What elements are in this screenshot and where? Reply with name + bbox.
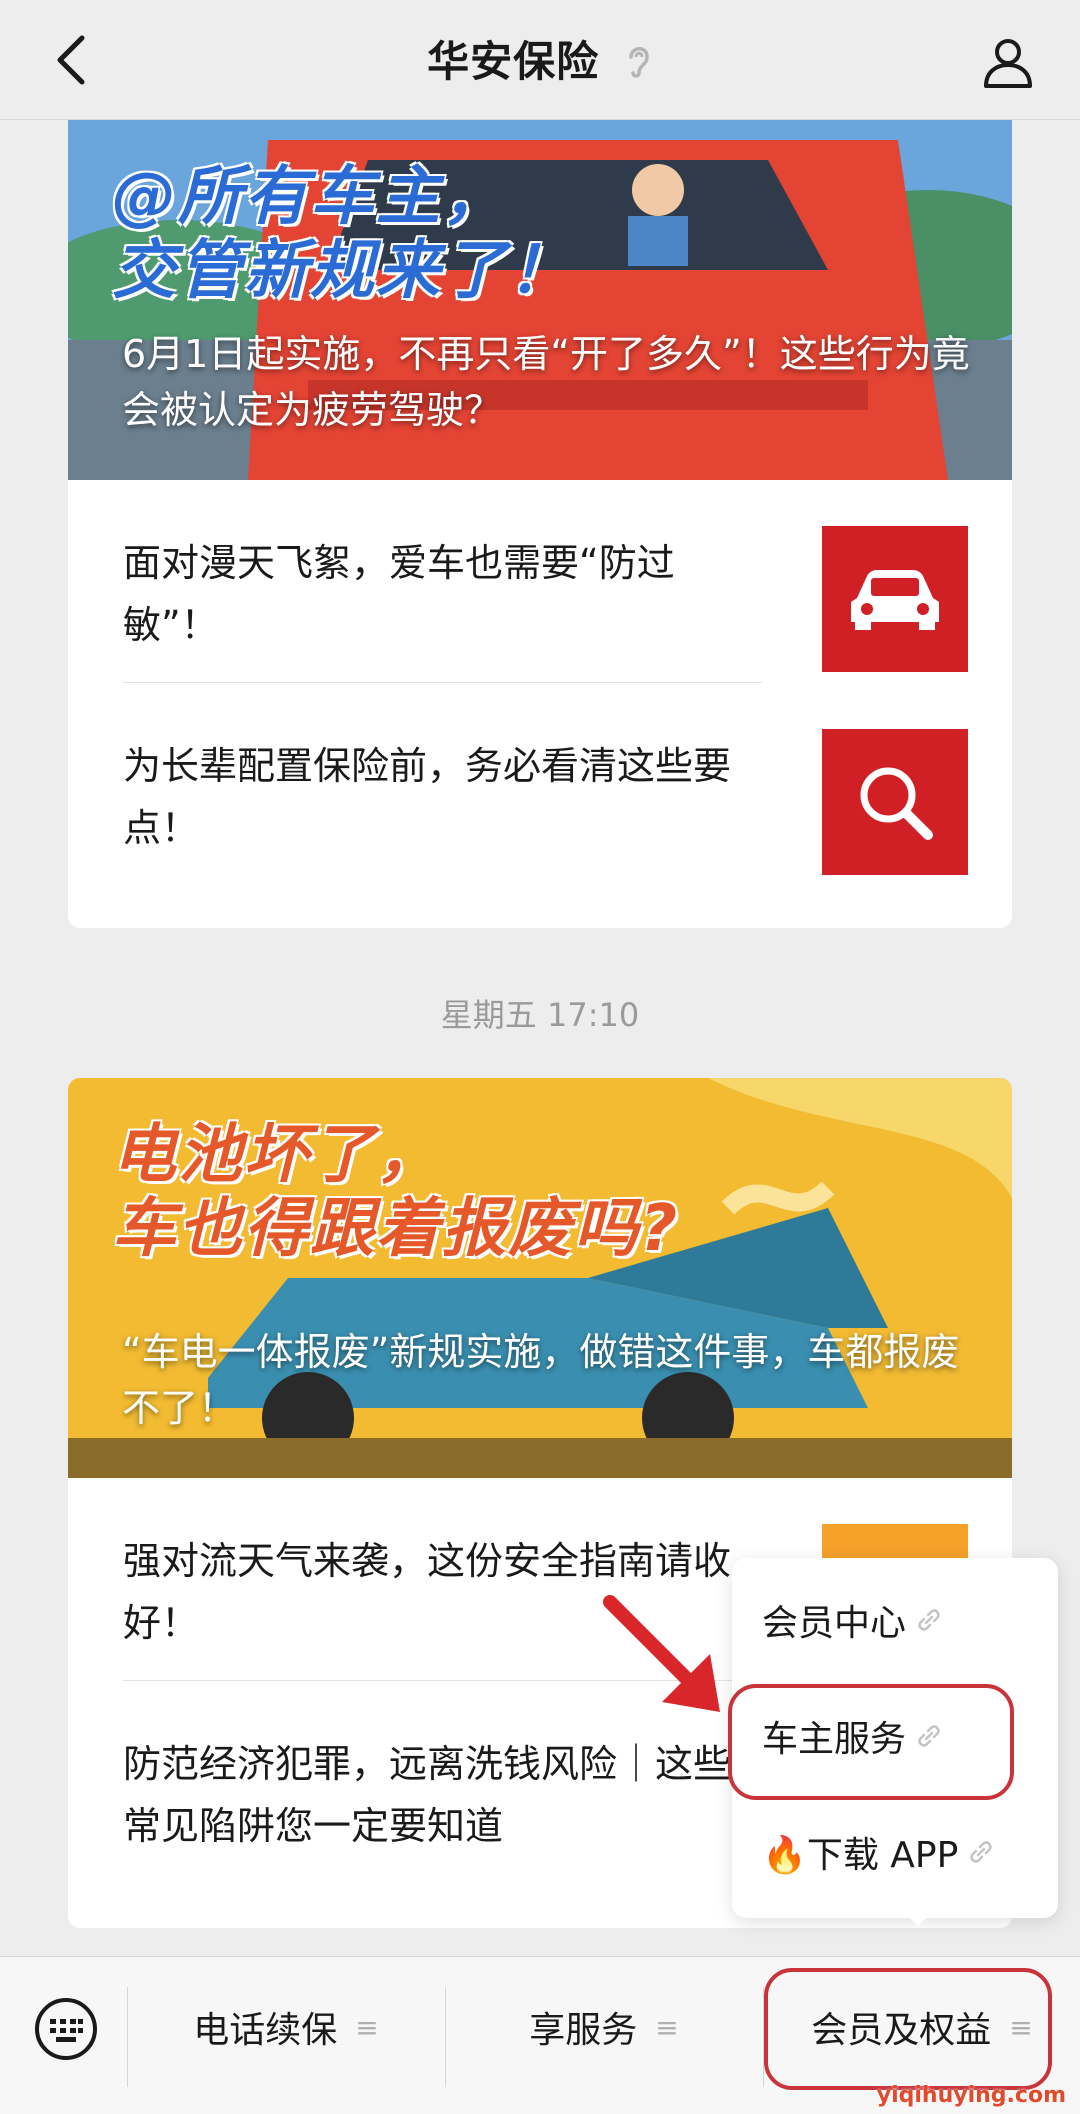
watermark: yiqihuying.com bbox=[876, 2083, 1066, 2108]
article-title: 防范经济犯罪，远离洗钱风险｜这些常见陷阱您一定要知道 bbox=[123, 1742, 732, 1848]
article-list-item[interactable]: 面对漫天飞絮，爱车也需要“防过敏”！ bbox=[123, 480, 968, 682]
tab-label: 享服务 bbox=[529, 2010, 638, 2051]
popup-item-member-center[interactable]: 会员中心 bbox=[762, 1580, 942, 1660]
article-hero-1[interactable]: @所有车主， 交管新规来了！ 6月1日起实施，不再只看“开了多久”！这些行为竟会… bbox=[68, 120, 1012, 480]
hero-headline-1-line1: @所有车主， bbox=[112, 160, 508, 234]
link-icon bbox=[918, 1609, 940, 1631]
highlight-member-tab bbox=[764, 1968, 1052, 2090]
magnifier-icon bbox=[860, 767, 933, 840]
highlight-owner-service bbox=[728, 1684, 1014, 1800]
link-icon bbox=[970, 1841, 993, 1863]
tab-label: 电话续保 bbox=[193, 2010, 338, 2051]
menu-lines-icon: ≡ bbox=[355, 2010, 379, 2044]
article-hero-2[interactable]: 电池坏了， 车也得跟着报废吗? “车电一体报废”新规实施，做错这件事，车都报废不… bbox=[68, 1078, 1012, 1478]
article-card-1: @所有车主， 交管新规来了！ 6月1日起实施，不再只看“开了多久”！这些行为竟会… bbox=[68, 120, 1012, 928]
article-thumbnail bbox=[822, 526, 968, 672]
tab-phone-renewal[interactable]: 电话续保 ≡ bbox=[128, 1957, 444, 2097]
popup-item-download-app[interactable]: 🔥下载 APP bbox=[762, 1812, 994, 1892]
article-title: 为长辈配置保险前，务必看清这些要点！ bbox=[123, 744, 732, 850]
page-title-text: 华安保险 bbox=[427, 37, 600, 86]
profile-button[interactable] bbox=[976, 30, 1040, 94]
tab-enjoy-service[interactable]: 享服务 ≡ bbox=[446, 1957, 762, 2097]
annotation-arrow-icon bbox=[603, 1595, 720, 1712]
car-icon bbox=[851, 570, 939, 630]
hero-headline-2-line2: 车也得跟着报废吗? bbox=[112, 1192, 680, 1266]
chat-timestamp: 星期五 17:10 bbox=[440, 996, 640, 1034]
page-title: 华安保险 bbox=[0, 28, 1080, 89]
keyboard-toggle-button[interactable] bbox=[30, 1993, 102, 2065]
popup-item-label: 🔥下载 APP bbox=[762, 1835, 959, 1876]
user-icon bbox=[984, 39, 1032, 88]
listen-ear-icon[interactable] bbox=[625, 40, 653, 89]
menu-lines-icon: ≡ bbox=[655, 2010, 679, 2044]
popup-pointer bbox=[902, 1910, 934, 1926]
top-nav-bar: 华安保险 bbox=[0, 0, 1080, 120]
keyboard-icon bbox=[35, 1998, 97, 2060]
hero-headline-1: @所有车主， 交管新规来了！ bbox=[112, 160, 574, 308]
hero-caption-1: 6月1日起实施，不再只看“开了多久”！这些行为竟会被认定为疲劳驾驶？ bbox=[122, 332, 970, 432]
hero-caption-2: “车电一体报废”新规实施，做错这件事，车都报废不了！ bbox=[122, 1330, 960, 1430]
hero-headline-2-line1: 电池坏了， bbox=[112, 1118, 442, 1192]
hero-headline-1-line2: 交管新规来了！ bbox=[112, 234, 574, 308]
article-list-item[interactable]: 为长辈配置保险前，务必看清这些要点！ bbox=[123, 683, 968, 885]
popup-item-label: 会员中心 bbox=[762, 1603, 907, 1644]
article-thumbnail bbox=[822, 729, 968, 875]
hero-headline-2: 电池坏了， 车也得跟着报废吗? bbox=[112, 1118, 679, 1266]
article-title: 面对漫天飞絮，爱车也需要“防过敏”！ bbox=[123, 541, 675, 647]
